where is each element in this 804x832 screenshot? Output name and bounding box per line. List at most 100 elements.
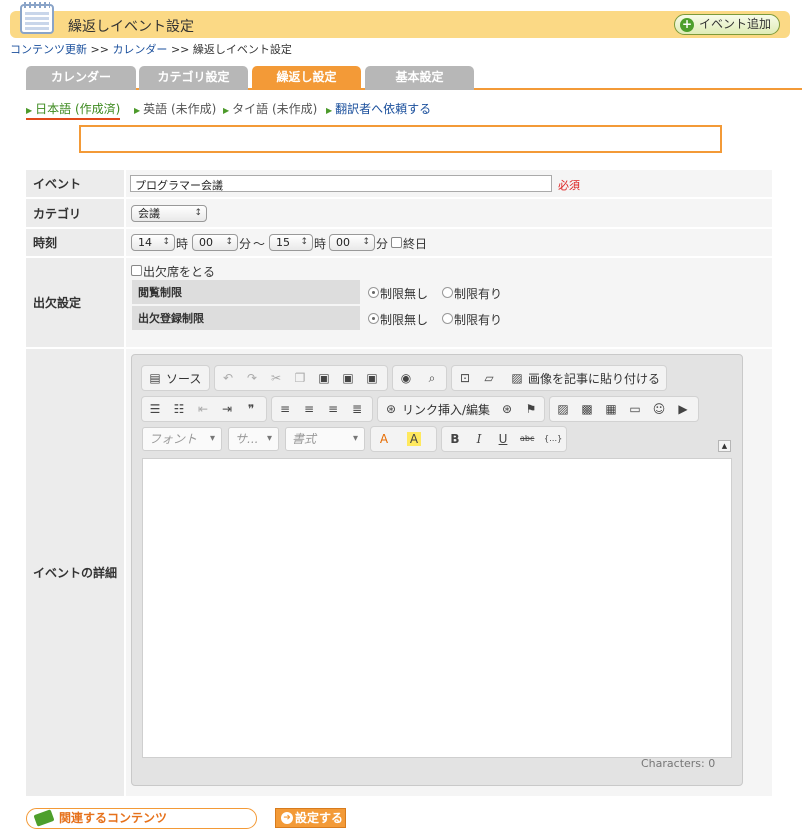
category-row: 会議: [126, 199, 772, 227]
allday-checkbox[interactable]: [391, 237, 402, 248]
register-no-limit-radio[interactable]: [368, 313, 379, 324]
min-unit: 分: [376, 237, 389, 251]
take-attendance-label: 出欠席をとる: [143, 265, 216, 279]
category-label: カテゴリ: [26, 199, 124, 227]
start-min-select[interactable]: 00: [192, 234, 238, 251]
font-combo[interactable]: フォント: [142, 427, 222, 451]
bullet-list-icon[interactable]: ☷: [172, 402, 186, 416]
code-icon[interactable]: {…}: [544, 432, 562, 446]
lang-label: タイ語 (未作成): [232, 102, 318, 116]
related-contents-button[interactable]: 関連するコンテンツ: [26, 808, 257, 829]
outdent-icon[interactable]: ⇤: [196, 402, 210, 416]
link-button[interactable]: リンク挿入/編集: [402, 401, 490, 418]
category-select[interactable]: 会議: [131, 205, 207, 222]
collapse-toolbar-icon[interactable]: ▲: [718, 440, 731, 452]
find-icon[interactable]: ⌕: [425, 371, 439, 385]
bg-color-icon[interactable]: A: [407, 432, 421, 446]
breadcrumb-calendar[interactable]: カレンダー: [112, 43, 167, 56]
view-no-limit-label: 制限無し: [380, 287, 429, 301]
register-limit-label: 出欠登録制限: [132, 306, 360, 330]
tab-basic[interactable]: 基本設定: [365, 66, 474, 90]
source-icon: ▤: [149, 371, 161, 385]
paste-image-button[interactable]: 画像を記事に貼り付ける: [528, 370, 660, 387]
horizontal-rule-icon[interactable]: ▭: [628, 402, 642, 416]
notice-box: [79, 125, 722, 153]
color-toolbar-group: A A: [371, 427, 436, 451]
anchor-icon[interactable]: ⚑: [524, 402, 538, 416]
align-toolbar-group: ≡ ≡ ≡ ≣: [272, 397, 372, 421]
format-combo[interactable]: 書式: [285, 427, 365, 451]
align-right-icon[interactable]: ≡: [326, 402, 340, 416]
insert-image-plus-icon[interactable]: ▩: [580, 402, 594, 416]
start-hour-select[interactable]: 14: [131, 234, 175, 251]
cut-icon[interactable]: ✂: [269, 371, 283, 385]
strike-icon[interactable]: abc: [520, 432, 534, 446]
numbered-list-icon[interactable]: ☰: [148, 402, 162, 416]
redo-icon[interactable]: ↷: [245, 371, 259, 385]
unlink-icon[interactable]: ⊛: [500, 402, 514, 416]
time-separator: 〜: [253, 237, 266, 251]
end-hour-select[interactable]: 15: [269, 234, 313, 251]
align-center-icon[interactable]: ≡: [302, 402, 316, 416]
indent-icon[interactable]: ⇥: [220, 402, 234, 416]
lang-english[interactable]: ▶ 英語 (未作成): [134, 100, 216, 117]
lang-label: 日本語 (作成済): [35, 102, 121, 116]
lang-thai[interactable]: ▶ タイ語 (未作成): [223, 100, 317, 117]
attendance-row: 出欠席をとる 閲覧制限 制限無し 制限有り 出欠登録制限 制限無し 制限有り: [126, 258, 772, 347]
select-all-icon[interactable]: ⊡: [458, 371, 472, 385]
tab-repeat[interactable]: 繰返し設定: [252, 66, 361, 90]
tab-category[interactable]: カテゴリ設定: [139, 66, 248, 90]
copy-icon[interactable]: ❐: [293, 371, 307, 385]
end-min-select[interactable]: 00: [329, 234, 375, 251]
source-label: ソース: [166, 372, 202, 386]
paste-word-icon[interactable]: ▣: [365, 371, 379, 385]
editor-content-area[interactable]: [142, 458, 732, 758]
register-has-limit-label: 制限有り: [454, 313, 503, 327]
add-event-button[interactable]: + イベント追加: [673, 14, 780, 35]
table-icon[interactable]: ▦: [604, 402, 618, 416]
link-toolbar-group: ⊛ リンク挿入/編集 ⊛ ⚑: [378, 397, 544, 421]
view-no-limit-radio[interactable]: [368, 287, 379, 298]
view-has-limit-radio[interactable]: [442, 287, 453, 298]
text-color-icon[interactable]: A: [377, 432, 391, 446]
add-event-label: イベント追加: [698, 17, 771, 31]
insert-image-icon[interactable]: ▨: [556, 402, 570, 416]
undo-icon[interactable]: ↶: [221, 371, 235, 385]
youtube-icon[interactable]: ▶: [676, 402, 690, 416]
paste-text-icon[interactable]: ▣: [341, 371, 355, 385]
align-left-icon[interactable]: ≡: [278, 402, 292, 416]
eraser-icon[interactable]: ▱: [482, 371, 496, 385]
edit-toolbar-group: ↶ ↷ ✂ ❐ ▣ ▣ ▣: [215, 366, 387, 390]
breadcrumb-separator: >>: [90, 43, 109, 56]
breadcrumb-current: 繰返しイベント設定: [192, 43, 292, 56]
smiley-icon[interactable]: ☺: [652, 402, 666, 416]
insert-toolbar-group: ▨ ▩ ▦ ▭ ☺ ▶: [550, 397, 698, 421]
plus-icon: +: [679, 17, 694, 32]
take-attendance-checkbox[interactable]: [131, 265, 142, 276]
event-label: イベント: [26, 170, 124, 197]
underline-icon[interactable]: U: [496, 432, 510, 446]
spellcheck-icon[interactable]: ◉: [399, 371, 413, 385]
tab-calendar[interactable]: カレンダー: [26, 66, 136, 90]
tag-icon: [33, 809, 55, 827]
request-translator-link[interactable]: ▶ 翻訳者へ依頼する: [326, 100, 431, 117]
triangle-icon: ▶: [326, 106, 333, 115]
time-row: 14 時 00 分 〜 15 時 00 分 終日: [126, 229, 772, 256]
event-input[interactable]: プログラマー会議: [130, 175, 552, 192]
italic-icon[interactable]: I: [472, 432, 486, 446]
breadcrumb-contents[interactable]: コンテンツ更新: [10, 43, 87, 56]
size-combo[interactable]: サ...: [228, 427, 279, 451]
bold-icon[interactable]: B: [448, 432, 462, 446]
required-mark: 必須: [558, 179, 580, 192]
source-button[interactable]: ▤ ソース: [142, 366, 209, 390]
submit-button[interactable]: ➜ 設定する: [275, 808, 346, 828]
lang-japanese[interactable]: ▶ 日本語 (作成済): [26, 100, 121, 120]
hour-unit: 時: [176, 237, 189, 251]
blockquote-icon[interactable]: ❞: [244, 402, 258, 416]
triangle-icon: ▶: [26, 106, 33, 115]
style-toolbar-group: B I U abc {…}: [442, 427, 566, 451]
page-title: 繰返しイベント設定: [68, 19, 194, 35]
register-has-limit-radio[interactable]: [442, 313, 453, 324]
paste-icon[interactable]: ▣: [317, 371, 331, 385]
justify-icon[interactable]: ≣: [350, 402, 364, 416]
